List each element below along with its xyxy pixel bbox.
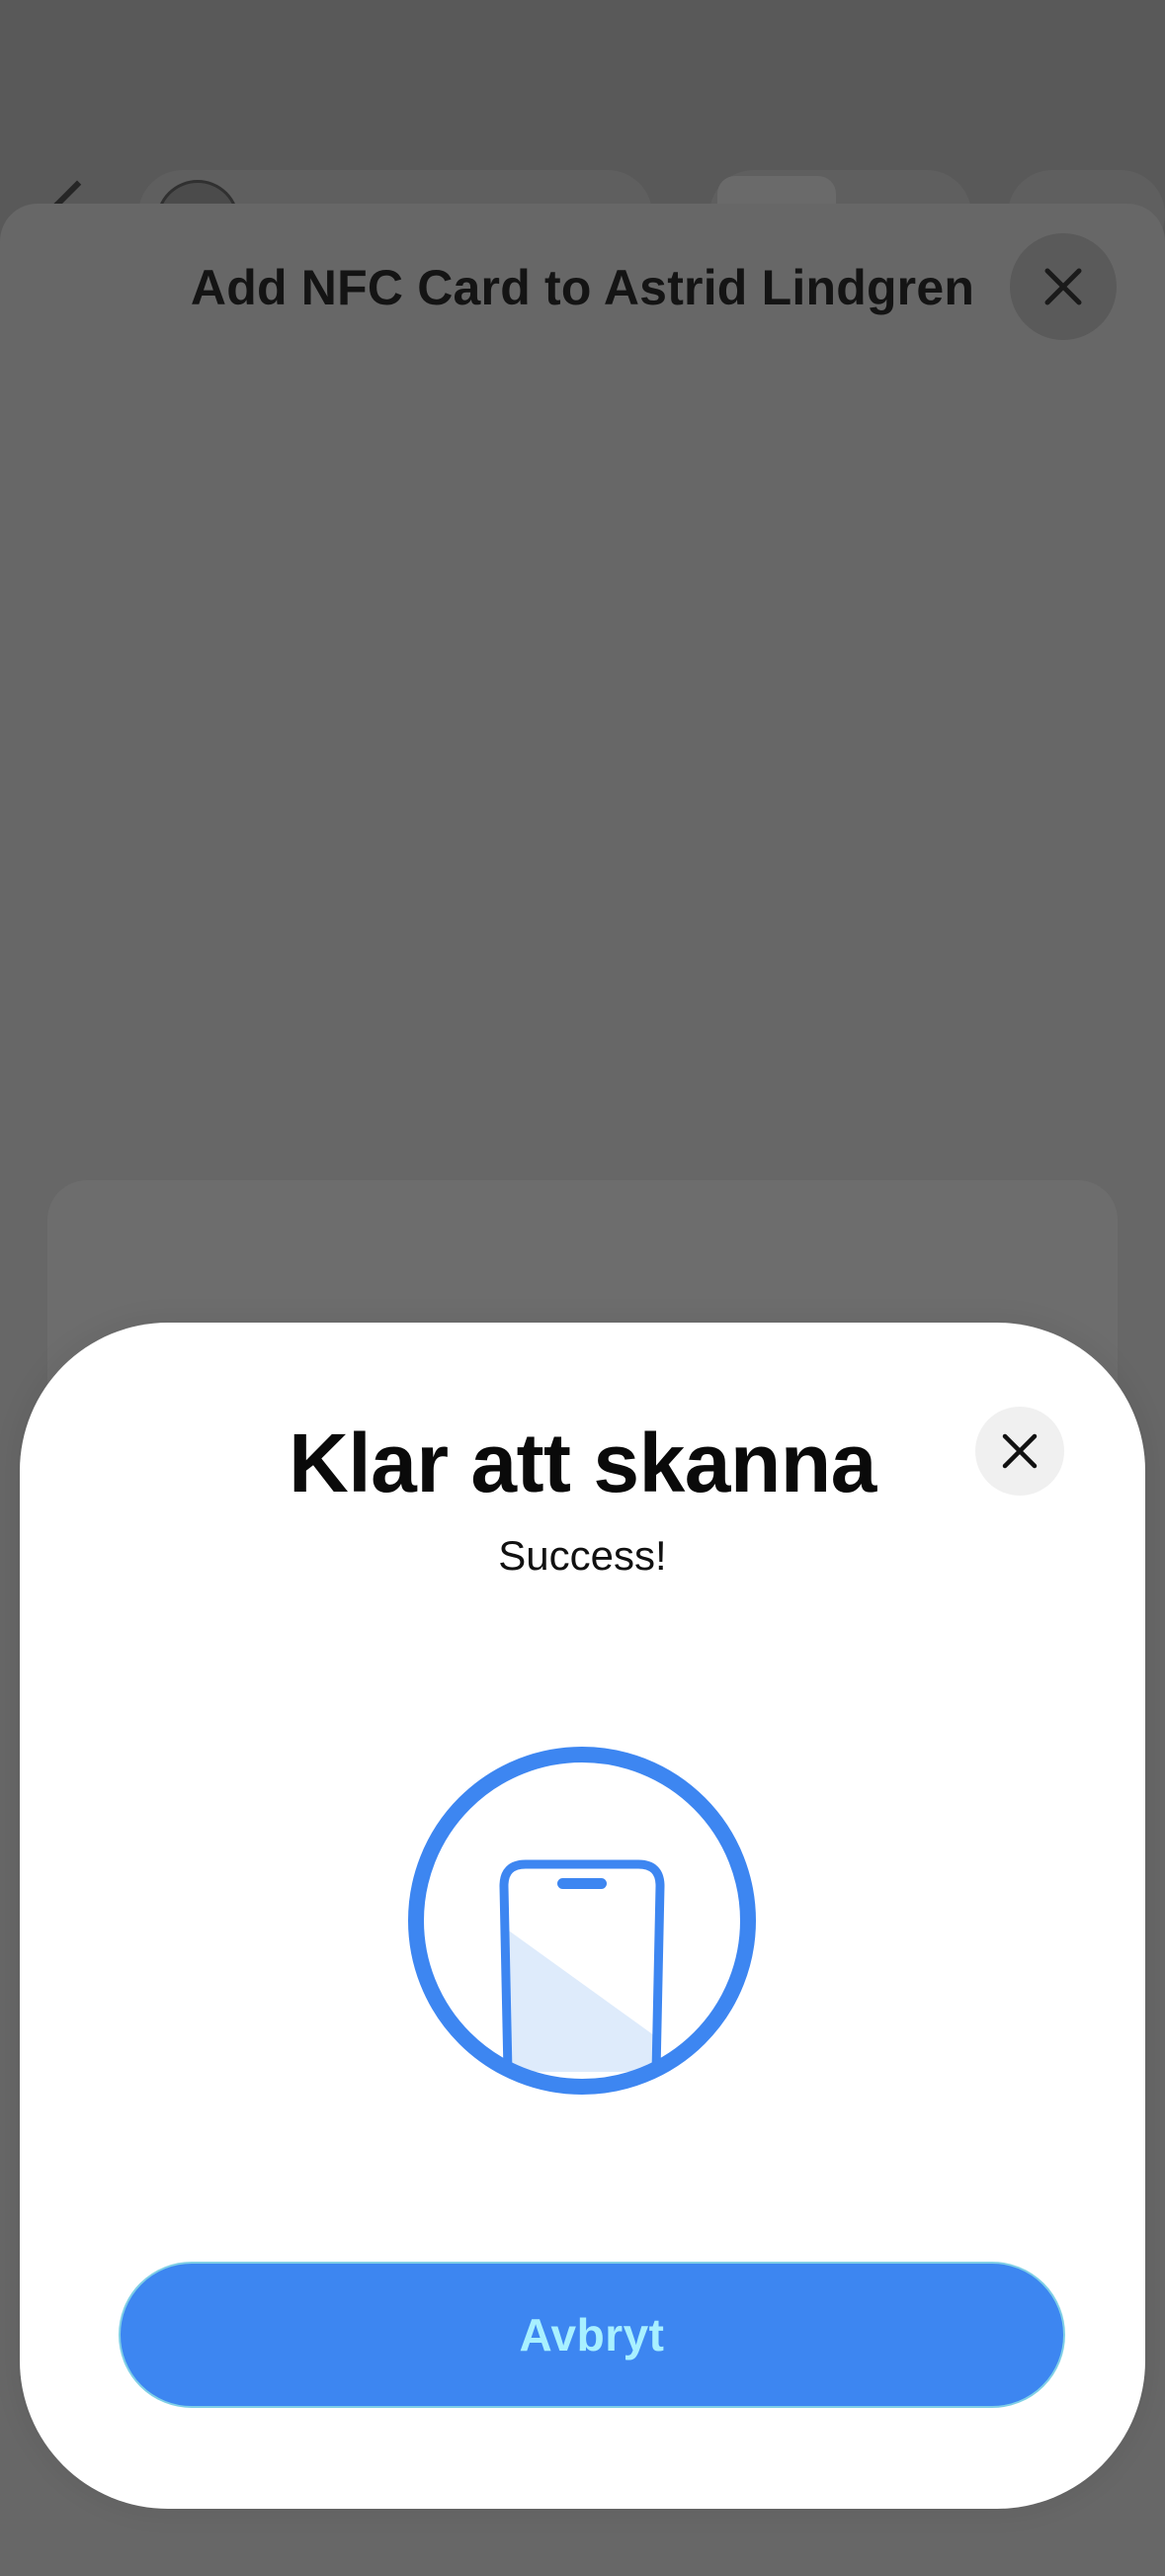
phone-scan-icon <box>408 1747 756 2095</box>
sheet-title: Add NFC Card to Astrid Lindgren <box>190 260 975 315</box>
close-icon <box>1044 268 1082 305</box>
nfc-title: Klar att skanna <box>289 1417 876 1509</box>
cancel-button[interactable]: Avbryt <box>119 2262 1065 2408</box>
background-toolbar <box>0 0 1165 263</box>
nfc-status-text: Success! <box>498 1532 667 1579</box>
sheet-close-button[interactable] <box>1010 233 1117 340</box>
nfc-scan-dialog: Klar att skanna Success! Avbryt <box>20 1323 1145 2509</box>
